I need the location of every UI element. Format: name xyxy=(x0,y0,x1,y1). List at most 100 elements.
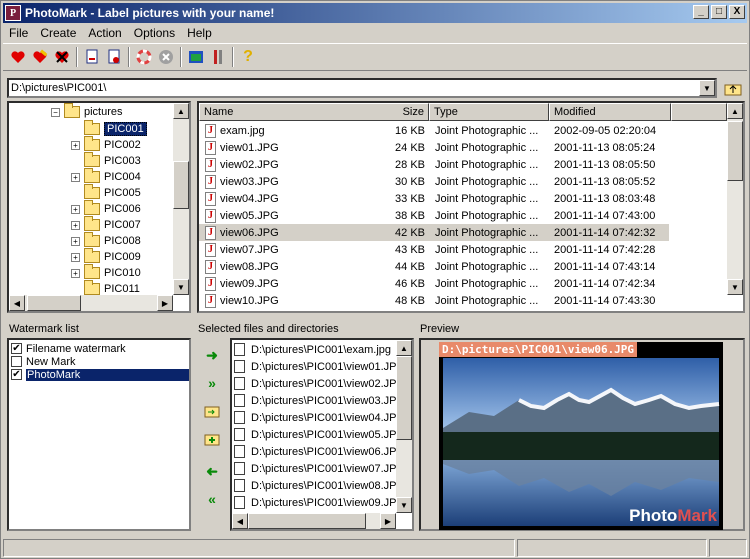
scroll-thumb[interactable] xyxy=(396,356,412,440)
path-value[interactable]: D:\pictures\PIC001\ xyxy=(9,82,699,94)
expand-icon[interactable]: + xyxy=(71,268,80,278)
heart-edit-icon[interactable] xyxy=(29,46,51,68)
remove-all-icon[interactable]: « xyxy=(201,488,223,510)
selected-file-item[interactable]: D:\pictures\PIC001\view07.JPG xyxy=(234,460,405,477)
scroll-up-icon[interactable]: ▲ xyxy=(396,340,412,356)
selected-file-item[interactable]: D:\pictures\PIC001\view08.JPG xyxy=(234,477,405,494)
tools-icon[interactable] xyxy=(207,46,229,68)
selected-vertical-scrollbar[interactable]: ▲ ▼ xyxy=(396,340,412,513)
add-all-icon[interactable]: » xyxy=(201,372,223,394)
watermark-item[interactable]: ✔ PhotoMark xyxy=(11,368,189,381)
tree-item[interactable]: + PIC010 xyxy=(71,264,141,281)
scroll-right-icon[interactable]: ▶ xyxy=(380,513,396,529)
scroll-thumb[interactable] xyxy=(173,161,189,209)
heart-delete-icon[interactable] xyxy=(51,46,73,68)
watermark-item[interactable]: New Mark xyxy=(11,355,189,368)
selected-horizontal-scrollbar[interactable]: ◀ ▶ xyxy=(232,513,396,529)
folder-up-icon[interactable] xyxy=(723,80,743,98)
selected-file-item[interactable]: D:\pictures\PIC001\view09.JPG xyxy=(234,494,405,511)
menu-file[interactable]: File xyxy=(3,24,34,42)
column-header-modified[interactable]: Modified xyxy=(549,103,671,121)
file-row[interactable]: Jview01.JPG 24 KB Joint Photographic ... 20… xyxy=(199,139,669,156)
add-file-icon[interactable]: ➜ xyxy=(201,344,223,366)
file-row[interactable]: Jview04.JPG 33 KB Joint Photographic ... 20… xyxy=(199,190,669,207)
add-folder-icon[interactable] xyxy=(201,400,223,422)
tree-vertical-scrollbar[interactable]: ▲ ▼ xyxy=(173,103,189,295)
column-header-size[interactable]: Size xyxy=(349,103,429,121)
watermark-checkbox[interactable]: ✔ xyxy=(11,369,22,380)
tree-item[interactable]: + PIC002 xyxy=(71,136,141,153)
tree-item[interactable]: + PIC009 xyxy=(71,248,141,265)
scroll-down-icon[interactable]: ▼ xyxy=(396,497,412,513)
selected-file-item[interactable]: D:\pictures\PIC001\view03.JPG xyxy=(234,392,405,409)
chevron-down-icon[interactable]: ▼ xyxy=(699,80,715,96)
folder-tree[interactable]: − pictures PIC001 + PIC002 PIC003 + PIC004 PIC… xyxy=(7,101,191,313)
scroll-up-icon[interactable]: ▲ xyxy=(727,103,743,119)
maximize-button[interactable]: □ xyxy=(711,5,727,19)
expand-icon[interactable]: + xyxy=(71,220,80,230)
expand-icon[interactable]: + xyxy=(71,172,80,182)
preview-window-icon[interactable] xyxy=(185,46,207,68)
menu-options[interactable]: Options xyxy=(128,24,181,42)
help-icon[interactable]: ? xyxy=(237,46,259,68)
expand-icon[interactable]: + xyxy=(71,140,80,150)
menu-action[interactable]: Action xyxy=(82,24,127,42)
file-row[interactable]: Jview03.JPG 30 KB Joint Photographic ... 20… xyxy=(199,173,669,190)
file-vertical-scrollbar[interactable]: ▲ ▼ xyxy=(727,103,743,295)
file-row[interactable]: Jview07.JPG 43 KB Joint Photographic ... 20… xyxy=(199,241,669,258)
tree-item[interactable]: + PIC008 xyxy=(71,232,141,249)
minimize-button[interactable]: _ xyxy=(693,5,709,19)
tree-item[interactable]: PIC005 xyxy=(71,184,141,201)
lifebuoy-icon[interactable] xyxy=(133,46,155,68)
tree-item[interactable]: PIC003 xyxy=(71,152,141,169)
file-list[interactable]: Name Size Type Modified Jexam.jpg 16 KB Jo… xyxy=(197,101,745,313)
watermark-checkbox[interactable]: ✔ xyxy=(11,343,22,354)
file-row[interactable]: Jexam.jpg 16 KB Joint Photographic ... 2002… xyxy=(199,122,669,139)
selected-file-item[interactable]: D:\pictures\PIC001\view02.JPG xyxy=(234,375,405,392)
scroll-down-icon[interactable]: ▼ xyxy=(173,279,189,295)
selected-files-list[interactable]: D:\pictures\PIC001\exam.jpg D:\pictures\P… xyxy=(230,338,414,531)
watermark-checkbox[interactable] xyxy=(11,356,22,367)
scroll-thumb[interactable] xyxy=(248,513,366,529)
menu-help[interactable]: Help xyxy=(181,24,218,42)
photomark-app-icon[interactable]: P xyxy=(5,5,21,21)
scroll-left-icon[interactable]: ◀ xyxy=(9,295,25,311)
file-row[interactable]: Jview08.JPG 44 KB Joint Photographic ... 20… xyxy=(199,258,669,275)
selected-file-item[interactable]: D:\pictures\PIC001\view04.JPG xyxy=(234,409,405,426)
watermark-item[interactable]: ✔ Filename watermark xyxy=(11,342,189,355)
selected-file-item[interactable]: D:\pictures\PIC001\view05.JPG xyxy=(234,426,405,443)
file-row[interactable]: Jview09.JPG 46 KB Joint Photographic ... 20… xyxy=(199,275,669,292)
selected-file-item[interactable]: D:\pictures\PIC001\view06.JPG xyxy=(234,443,405,460)
column-header-type[interactable]: Type xyxy=(429,103,549,121)
scroll-thumb[interactable] xyxy=(727,121,743,181)
file-row[interactable]: Jview02.JPG 28 KB Joint Photographic ... 20… xyxy=(199,156,669,173)
scroll-up-icon[interactable]: ▲ xyxy=(173,103,189,119)
tree-item-pictures[interactable]: − pictures xyxy=(51,103,123,120)
stop-icon[interactable] xyxy=(155,46,177,68)
tree-item[interactable]: + PIC007 xyxy=(71,216,141,233)
scroll-left-icon[interactable]: ◀ xyxy=(232,513,248,529)
file-row[interactable]: Jview05.JPG 38 KB Joint Photographic ... 20… xyxy=(199,207,669,224)
resize-grip[interactable] xyxy=(709,539,747,557)
scroll-down-icon[interactable]: ▼ xyxy=(727,279,743,295)
collapse-icon[interactable]: − xyxy=(51,107,60,117)
tree-item[interactable]: PIC001 xyxy=(71,120,147,137)
page-copy-icon[interactable] xyxy=(81,46,103,68)
title-bar[interactable]: P PhotoMark - Label pictures with your n… xyxy=(3,3,747,23)
path-combobox[interactable]: D:\pictures\PIC001\ ▼ xyxy=(7,78,717,98)
add-folder-recursive-icon[interactable] xyxy=(201,428,223,450)
scroll-thumb[interactable] xyxy=(27,295,81,311)
expand-icon[interactable]: + xyxy=(71,204,80,214)
expand-icon[interactable]: + xyxy=(71,236,80,246)
menu-create[interactable]: Create xyxy=(34,24,82,42)
file-row[interactable]: Jview06.JPG 42 KB Joint Photographic ... 20… xyxy=(199,224,669,241)
page-refresh-icon[interactable] xyxy=(103,46,125,68)
close-button[interactable]: X xyxy=(729,5,745,19)
watermark-list[interactable]: ✔ Filename watermark New Mark ✔ PhotoMark xyxy=(7,338,191,531)
tree-item[interactable]: + PIC006 xyxy=(71,200,141,217)
expand-icon[interactable]: + xyxy=(71,252,80,262)
tree-item[interactable]: + PIC004 xyxy=(71,168,141,185)
selected-file-item[interactable]: D:\pictures\PIC001\exam.jpg xyxy=(234,341,391,358)
selected-file-item[interactable]: D:\pictures\PIC001\view01.JPG xyxy=(234,358,405,375)
file-row[interactable]: Jview10.JPG 48 KB Joint Photographic ... 20… xyxy=(199,292,669,309)
